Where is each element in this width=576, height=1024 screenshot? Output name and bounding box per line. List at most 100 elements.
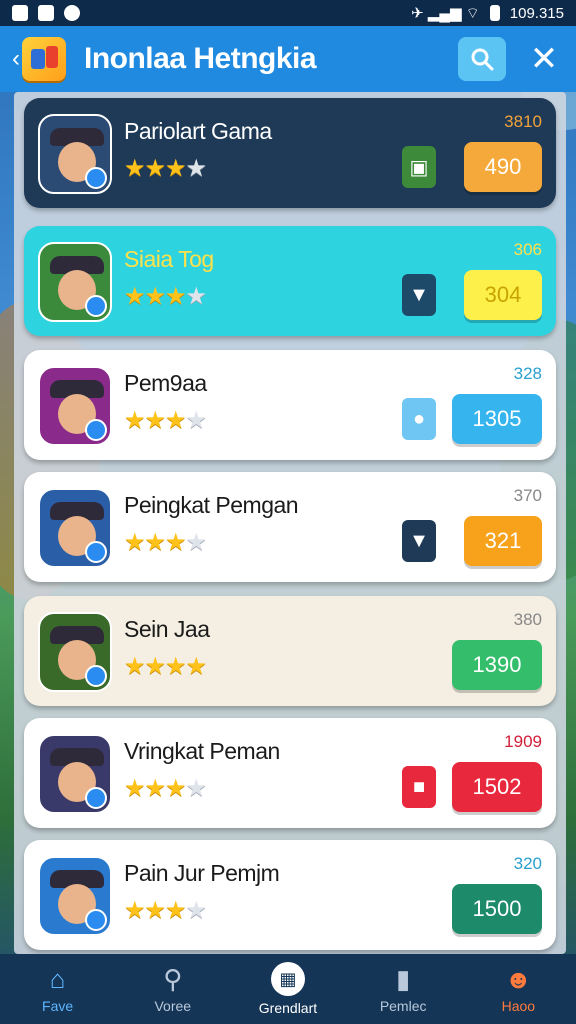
app-header: ‹ Inonlaa Hetngkia ✕ (0, 26, 576, 92)
avatar (38, 366, 112, 446)
avatar (38, 856, 112, 936)
gallery-icon (12, 5, 28, 21)
value-button[interactable]: 1502 (452, 762, 542, 812)
verified-icon (85, 665, 107, 687)
star-icon: ★ (124, 775, 145, 802)
home-icon: ⌂ (49, 963, 66, 994)
player-name: Vringkat Peman (124, 738, 280, 764)
player-card[interactable]: Vringkat Peman ★★★★ 1909 ■ 1502 (24, 718, 556, 828)
back-button[interactable]: ‹ (12, 45, 20, 73)
action-icon: ■ (412, 775, 426, 798)
player-score: 328 (513, 364, 542, 383)
search-button[interactable] (458, 37, 506, 81)
action-icon: ▼ (409, 529, 429, 552)
status-bar: ✈ ▂▄▆ ⌔ 109.315 (0, 0, 576, 26)
action-icon: ▣ (409, 156, 429, 179)
status-time: 109.315 (509, 4, 564, 22)
grid-icon: ▦ (270, 962, 305, 996)
star-icon: ★ (144, 653, 166, 680)
player-score: 320 (513, 854, 542, 873)
value-button[interactable]: 1390 (452, 640, 542, 690)
player-name: Pem9aa (124, 370, 207, 396)
player-name: Peingkat Pemgan (124, 492, 299, 518)
avatar (38, 242, 112, 322)
value-button[interactable]: 1305 (452, 394, 542, 444)
nav-item-grendlart[interactable]: ▦ Grendlart (238, 962, 338, 1016)
star-icon: ★ (144, 155, 166, 182)
avatar (38, 612, 112, 692)
player-score: 1909 (504, 732, 542, 751)
verified-icon (85, 787, 107, 809)
star-rating: ★★★★ (124, 528, 207, 557)
star-icon: ★ (185, 155, 207, 182)
close-button[interactable]: ✕ (524, 37, 564, 81)
player-list: Pariolart Gama ★★★★ 3810 ▣ 490 Siaia Tog ★★★★ 3… (14, 92, 566, 954)
star-icon: ★ (165, 897, 186, 924)
star-icon: ★ (124, 407, 145, 434)
star-rating: ★★★★ (124, 774, 207, 803)
star-icon: ★ (144, 529, 166, 556)
action-icon: ● (412, 407, 426, 430)
player-card[interactable]: Peingkat Pemgan ★★★★ 370 ▼ 321 (24, 472, 556, 582)
nav-label: Voree (154, 998, 192, 1014)
verified-icon (85, 167, 107, 189)
player-score: 306 (513, 240, 542, 259)
player-name: Sein Jaa (124, 616, 210, 642)
star-icon: ★ (185, 653, 207, 680)
action-button[interactable]: ▣ (402, 146, 436, 188)
search-icon (471, 48, 494, 71)
star-rating: ★★★★ (124, 154, 207, 183)
player-score: 3810 (504, 112, 542, 131)
avatar (38, 734, 112, 814)
player-card[interactable]: Siaia Tog ★★★★ 306 ▼ 304 (24, 226, 556, 336)
action-button[interactable]: ▼ (402, 274, 436, 316)
action-button[interactable]: ● (402, 398, 436, 440)
avatar (38, 114, 112, 194)
nav-label: Haoo (501, 998, 536, 1014)
star-icon: ★ (144, 897, 166, 924)
star-icon: ★ (185, 897, 207, 924)
nav-item-voree[interactable]: ⚲ Voree (123, 964, 223, 1015)
action-button[interactable]: ▼ (402, 520, 436, 562)
star-icon: ★ (165, 653, 186, 680)
nav-item-pemlec[interactable]: ▮ Pemlec (353, 963, 453, 1015)
star-icon: ★ (124, 155, 145, 182)
player-card[interactable]: Sein Jaa ★★★★ 380 1390 (24, 596, 556, 706)
verified-icon (85, 909, 107, 931)
value-button[interactable]: 490 (464, 142, 542, 192)
nav-item-fave[interactable]: ⌂ Fave (8, 963, 108, 1015)
star-icon: ★ (185, 283, 207, 310)
player-card[interactable]: Pain Jur Pemjm ★★★★ 320 1500 (24, 840, 556, 950)
star-icon: ★ (185, 529, 207, 556)
value-button[interactable]: 1500 (452, 884, 542, 934)
mail-icon (38, 5, 54, 21)
verified-icon (85, 541, 107, 563)
star-icon: ★ (144, 407, 166, 434)
star-icon: ★ (124, 653, 145, 680)
trophy-icon: ▮ (396, 963, 411, 994)
action-icon: ▼ (409, 283, 429, 306)
close-icon: ✕ (529, 40, 559, 78)
star-icon: ★ (144, 775, 166, 802)
value-button[interactable]: 321 (464, 516, 542, 566)
star-icon: ★ (185, 407, 207, 434)
verified-icon (85, 295, 107, 317)
player-name: Pain Jur Pemjm (124, 860, 280, 886)
player-card[interactable]: Pariolart Gama ★★★★ 3810 ▣ 490 (24, 98, 556, 208)
signal-icon: ✈ ▂▄▆ ⌔ (411, 4, 480, 22)
page-title: Inonlaa Hetngkia (84, 42, 317, 75)
star-icon: ★ (124, 897, 145, 924)
avatar (38, 488, 112, 568)
nav-label: Fave (42, 998, 74, 1014)
player-card[interactable]: Pem9aa ★★★★ 328 ● 1305 (24, 350, 556, 460)
player-name: Pariolart Gama (124, 118, 272, 144)
action-button[interactable]: ■ (402, 766, 436, 808)
star-rating: ★★★★ (124, 896, 207, 925)
player-name: Siaia Tog (124, 246, 214, 272)
clock-icon (64, 5, 80, 21)
nav-label: Pemlec (379, 998, 427, 1014)
bottom-nav: ⌂ Fave ⚲ Voree ▦ Grendlart ▮ Pemlec ☻ Ha… (0, 954, 576, 1024)
nav-item-haoo[interactable]: ☻ Haoo (468, 964, 568, 1015)
value-button[interactable]: 304 (464, 270, 542, 320)
star-icon: ★ (185, 775, 207, 802)
